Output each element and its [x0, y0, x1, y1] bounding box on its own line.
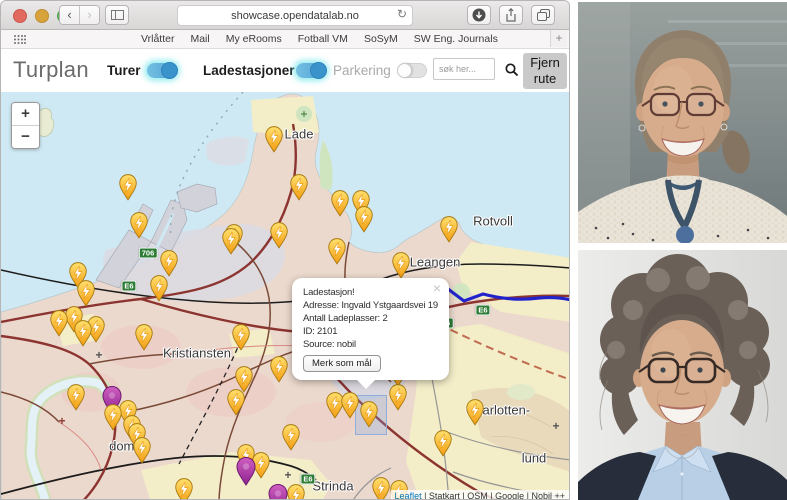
popup-line: Antall Ladeplasser: 2: [303, 312, 443, 325]
charging-station-marker[interactable]: [326, 237, 348, 270]
popup-line: Source: nobil: [303, 338, 443, 351]
marker-layer: [1, 92, 569, 500]
search-input[interactable]: [433, 58, 495, 80]
back-button[interactable]: ‹: [60, 6, 80, 24]
search-icon: [504, 62, 520, 78]
search-button[interactable]: [504, 62, 520, 78]
charging-station-marker[interactable]: [268, 221, 290, 254]
leaflet-link[interactable]: Leaflet: [395, 491, 422, 500]
bookmark-item[interactable]: Mail: [190, 33, 209, 45]
clear-route-button[interactable]: Fjern rute: [523, 53, 567, 89]
tabs-overview-button[interactable]: [531, 5, 555, 25]
popup-line: ID: 2101: [303, 325, 443, 338]
charging-station-marker[interactable]: [173, 477, 195, 500]
sidebar-icon: [111, 10, 124, 20]
url-bar[interactable]: showcase.opendatalab.no ↻: [177, 5, 413, 26]
map-popup: × Ladestasjon! Adresse: Ingvald Ystgaard…: [292, 278, 449, 380]
minimize-window-button[interactable]: [35, 9, 49, 23]
charging-station-marker[interactable]: [263, 125, 285, 158]
toggle-switch[interactable]: [397, 63, 427, 78]
bookmarks-grid-icon[interactable]: [13, 34, 26, 47]
attribution-text: | Statkart | OSM | Google | Nobil ++: [422, 491, 565, 500]
charging-station-marker[interactable]: [438, 215, 460, 248]
charging-station-marker[interactable]: [128, 211, 150, 244]
popup-title: Ladestasjon!: [303, 286, 443, 299]
mark-as-goal-button[interactable]: Merk som mål: [303, 355, 381, 372]
bookmark-item[interactable]: Vrlåtter: [141, 33, 174, 45]
toggle-knob: [310, 62, 327, 79]
download-icon: [472, 8, 486, 22]
toggle-parkering: Parkering: [333, 62, 427, 79]
reload-icon[interactable]: ↻: [397, 7, 407, 21]
new-tab-button[interactable]: +: [550, 30, 567, 47]
charging-station-marker[interactable]: [329, 189, 351, 222]
destination-marker[interactable]: [266, 483, 290, 500]
toggle-switch[interactable]: [296, 63, 326, 78]
charging-station-marker[interactable]: [148, 274, 170, 307]
forward-button[interactable]: ›: [80, 6, 99, 24]
downloads-button[interactable]: [467, 5, 491, 25]
charging-station-marker[interactable]: [353, 205, 375, 238]
bookmark-item[interactable]: My eRooms: [226, 33, 282, 45]
popup-lines: Adresse: Ingvald Ystgaardsvei 19Antall L…: [303, 299, 443, 351]
charging-station-marker[interactable]: [117, 173, 139, 206]
charging-station-marker[interactable]: [358, 400, 380, 433]
toggle-ladestasjoner: Ladestasjoner: [203, 62, 326, 79]
sidebar-toggle-button[interactable]: [105, 5, 129, 25]
charging-station-marker[interactable]: [387, 383, 409, 416]
screenshot-stage: ‹ › showcase.opendatalab.no ↻: [0, 0, 787, 500]
browser-titlebar: ‹ › showcase.opendatalab.no ↻: [1, 1, 569, 30]
charging-station-marker[interactable]: [280, 423, 302, 456]
charging-station-marker[interactable]: [432, 429, 454, 462]
bookmark-item[interactable]: Fotball VM: [298, 33, 348, 45]
toggle-knob: [397, 63, 412, 78]
url-text: showcase.opendatalab.no: [231, 10, 359, 22]
zoom-control: + −: [11, 102, 40, 149]
share-icon: [505, 8, 517, 22]
destination-marker[interactable]: [234, 456, 258, 491]
browser-window: ‹ › showcase.opendatalab.no ↻: [0, 0, 570, 500]
charging-station-marker[interactable]: [268, 355, 290, 388]
map-attribution: Leaflet | Statkart | OSM | Google | Nobi…: [391, 490, 569, 500]
popup-close-icon[interactable]: ×: [433, 282, 441, 294]
bookmark-item[interactable]: SW Eng. Journals: [414, 33, 498, 45]
close-window-button[interactable]: [13, 9, 27, 23]
charging-station-marker[interactable]: [464, 398, 486, 431]
toggle-knob: [161, 62, 178, 79]
charging-station-marker[interactable]: [72, 319, 94, 352]
toggle-switch[interactable]: [147, 63, 177, 78]
charging-station-marker[interactable]: [230, 323, 252, 356]
charging-station-marker[interactable]: [131, 436, 153, 469]
share-button[interactable]: [499, 5, 523, 25]
charging-station-marker[interactable]: [225, 388, 247, 421]
bookmark-item[interactable]: SoSyM: [364, 33, 398, 45]
toggle-label: Turer: [107, 63, 141, 78]
toolbar-right: [467, 5, 555, 25]
charging-station-marker[interactable]: [133, 323, 155, 356]
app-header: Turplan Turer Ladestasjoner Parkering Fjer…: [1, 49, 569, 92]
toggle-label: Parkering: [333, 63, 391, 78]
charging-station-marker[interactable]: [48, 309, 70, 342]
portrait-photo-bottom: [578, 250, 787, 500]
popup-line: Adresse: Ingvald Ystgaardsvei 19: [303, 299, 443, 312]
toggle-label: Ladestasjoner: [203, 63, 295, 78]
tabs-icon: [537, 9, 550, 21]
bookmarks-bar: Vrlåtter Mail My eRooms Fotball VM SoSyM SW E…: [1, 30, 569, 49]
zoom-in-button[interactable]: +: [12, 103, 39, 126]
charging-station-marker[interactable]: [220, 227, 242, 260]
app-title: Turplan: [13, 57, 89, 83]
toggle-turer: Turer: [107, 62, 177, 79]
nav-buttons: ‹ ›: [59, 5, 100, 25]
charging-station-marker[interactable]: [288, 173, 310, 206]
charging-station-marker[interactable]: [65, 383, 87, 416]
portrait-photo-top: [578, 2, 787, 243]
map-canvas[interactable]: LadeRotvollLeangenKristianstenStrindaCha…: [1, 92, 569, 500]
zoom-out-button[interactable]: −: [12, 126, 39, 148]
bookmarks-bar-items: Vrlåtter Mail My eRooms Fotball VM SoSyM SW E…: [141, 33, 498, 45]
